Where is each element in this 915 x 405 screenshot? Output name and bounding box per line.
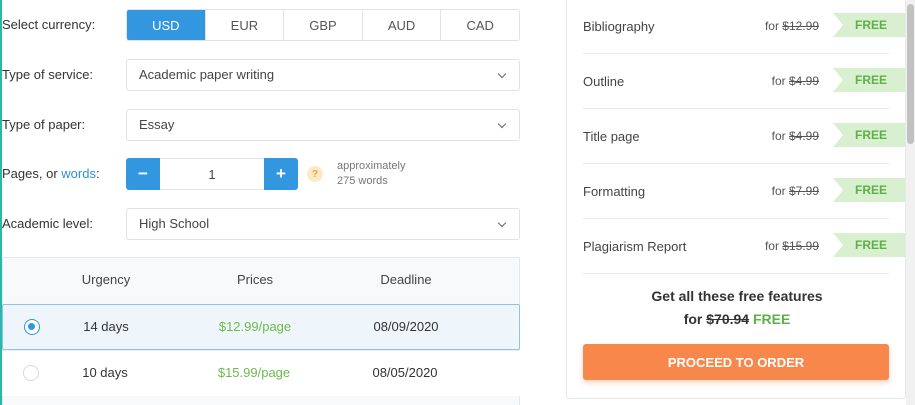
feature-name: Formatting: [583, 184, 646, 199]
feature-old-price: $4.99: [788, 74, 819, 88]
header-deadline: Deadline: [380, 272, 432, 287]
summary-old-total: $70.94: [706, 311, 750, 327]
paper-label: Type of paper:: [2, 117, 86, 132]
currency-label: Select currency:: [2, 17, 96, 32]
feature-price: for $4.99: [772, 54, 819, 109]
currency-usd-button[interactable]: USD: [127, 10, 206, 40]
feature-for-word: for: [764, 19, 783, 33]
words-link[interactable]: words: [61, 166, 96, 181]
urgency-radio-14-days[interactable]: [24, 319, 40, 335]
row-price: $15.99/page: [217, 365, 291, 380]
feature-old-price: $15.99: [782, 239, 819, 253]
level-label: Academic level:: [2, 216, 94, 231]
currency-cad-button[interactable]: CAD: [441, 10, 519, 40]
feature-plagiarism-report: Plagiarism Report for $15.99 FREE: [583, 219, 905, 274]
row-urgency: 14 days: [83, 319, 129, 334]
pages-input[interactable]: 1: [160, 158, 264, 190]
summary-free: FREE: [752, 311, 791, 327]
feature-for-word: for: [771, 74, 789, 88]
scrollbar-thumb[interactable]: [907, 4, 914, 144]
level-select-value: High School: [139, 216, 210, 231]
free-badge: FREE: [833, 68, 905, 92]
approx-line1: approximately: [337, 160, 406, 172]
service-row: Type of service: Academic paper writing: [2, 59, 520, 91]
feature-for-word: for: [764, 239, 783, 253]
service-select-value: Academic paper writing: [139, 67, 275, 82]
urgency-table: Urgency Prices Deadline 14 days $12.99/p…: [2, 257, 520, 405]
chevron-down-icon: [497, 69, 507, 79]
chevron-down-icon: [497, 119, 507, 129]
help-icon[interactable]: ?: [307, 166, 323, 182]
chevron-down-icon: [497, 218, 507, 228]
header-prices: Prices: [236, 272, 274, 287]
feature-title-page: Title page for $4.99 FREE: [583, 109, 905, 164]
pages-stepper: − 1 +: [126, 158, 298, 190]
paper-select-value: Essay: [139, 117, 175, 132]
feature-price: for $12.99: [765, 0, 819, 54]
summary-total: for $70.94 FREE: [567, 311, 907, 327]
approx-words: approximately 275 words: [337, 159, 405, 189]
proceed-to-order-button[interactable]: PROCEED TO ORDER: [583, 344, 889, 380]
service-select[interactable]: Academic paper writing: [126, 59, 520, 91]
feature-for-word: for: [771, 129, 789, 143]
feature-price: for $7.99: [772, 164, 819, 219]
feature-name: Plagiarism Report: [583, 239, 687, 254]
level-select[interactable]: High School: [126, 208, 520, 240]
feature-price: for $15.99: [765, 219, 819, 274]
feature-for-word: for: [771, 184, 789, 198]
page-scrollbar[interactable]: [906, 0, 915, 405]
summary-heading: Get all these free features: [651, 288, 823, 304]
free-features-panel: Bibliography for $12.99 FREE Outline for…: [566, 0, 906, 399]
row-deadline: 08/05/2020: [372, 365, 438, 380]
row-deadline: 08/09/2020: [373, 319, 439, 334]
currency-selector: USD EUR GBP AUD CAD: [126, 9, 520, 41]
decrease-pages-button[interactable]: −: [126, 158, 160, 190]
free-badge: FREE: [833, 123, 905, 147]
feature-old-price: $12.99: [782, 19, 819, 33]
feature-name: Outline: [583, 74, 625, 89]
pages-label-prefix: Pages, or: [2, 166, 62, 181]
header-urgency: Urgency: [81, 272, 131, 287]
feature-outline: Outline for $4.99 FREE: [583, 54, 905, 109]
feature-bibliography: Bibliography for $12.99 FREE: [583, 0, 905, 54]
approx-line2: 275 words: [337, 175, 388, 187]
feature-formatting: Formatting for $7.99 FREE: [583, 164, 905, 219]
free-badge: FREE: [833, 178, 905, 202]
service-label: Type of service:: [2, 67, 94, 82]
feature-name: Bibliography: [583, 19, 655, 34]
row-price: $12.99/page: [218, 319, 292, 334]
currency-eur-button[interactable]: EUR: [205, 10, 285, 40]
free-badge: FREE: [833, 13, 905, 37]
feature-name: Title page: [583, 129, 640, 144]
row-urgency: 10 days: [82, 365, 128, 380]
feature-price: for $4.99: [772, 109, 819, 164]
increase-pages-button[interactable]: +: [264, 158, 298, 190]
currency-row: Select currency: USD EUR GBP AUD CAD: [2, 9, 520, 41]
summary-for-word: for: [683, 311, 707, 327]
urgency-table-header: Urgency Prices Deadline: [3, 258, 519, 302]
currency-aud-button[interactable]: AUD: [362, 10, 442, 40]
feature-old-price: $7.99: [788, 184, 819, 198]
free-badge: FREE: [833, 233, 905, 257]
pages-label-suffix: :: [95, 166, 100, 181]
feature-old-price: $4.99: [788, 129, 819, 143]
table-row[interactable]: 10 days $15.99/page 08/05/2020: [2, 350, 520, 396]
urgency-radio-10-days[interactable]: [23, 365, 39, 381]
pages-row: Pages, or words: − 1 + ? approximately 2…: [2, 158, 520, 190]
table-row[interactable]: 14 days $12.99/page 08/09/2020: [2, 304, 520, 350]
currency-gbp-button[interactable]: GBP: [284, 10, 363, 40]
level-row: Academic level: High School: [2, 208, 520, 240]
paper-row: Type of paper: Essay: [2, 109, 520, 141]
paper-select[interactable]: Essay: [126, 109, 520, 141]
pages-label: Pages, or words:: [2, 158, 100, 190]
